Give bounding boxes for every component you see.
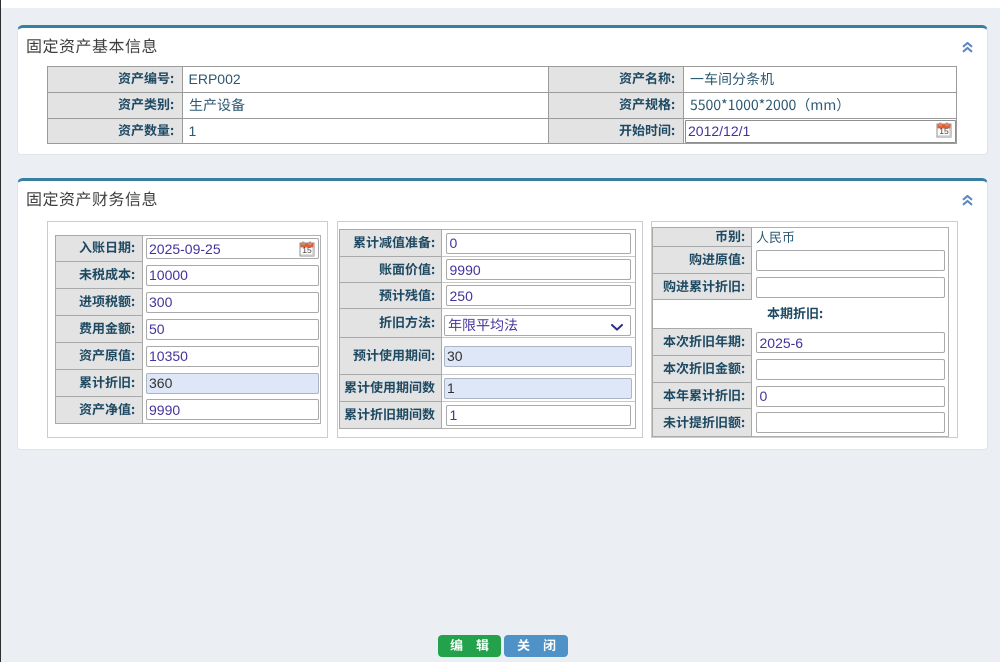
svg-text:15: 15	[302, 245, 312, 255]
svg-text:15: 15	[939, 126, 949, 136]
